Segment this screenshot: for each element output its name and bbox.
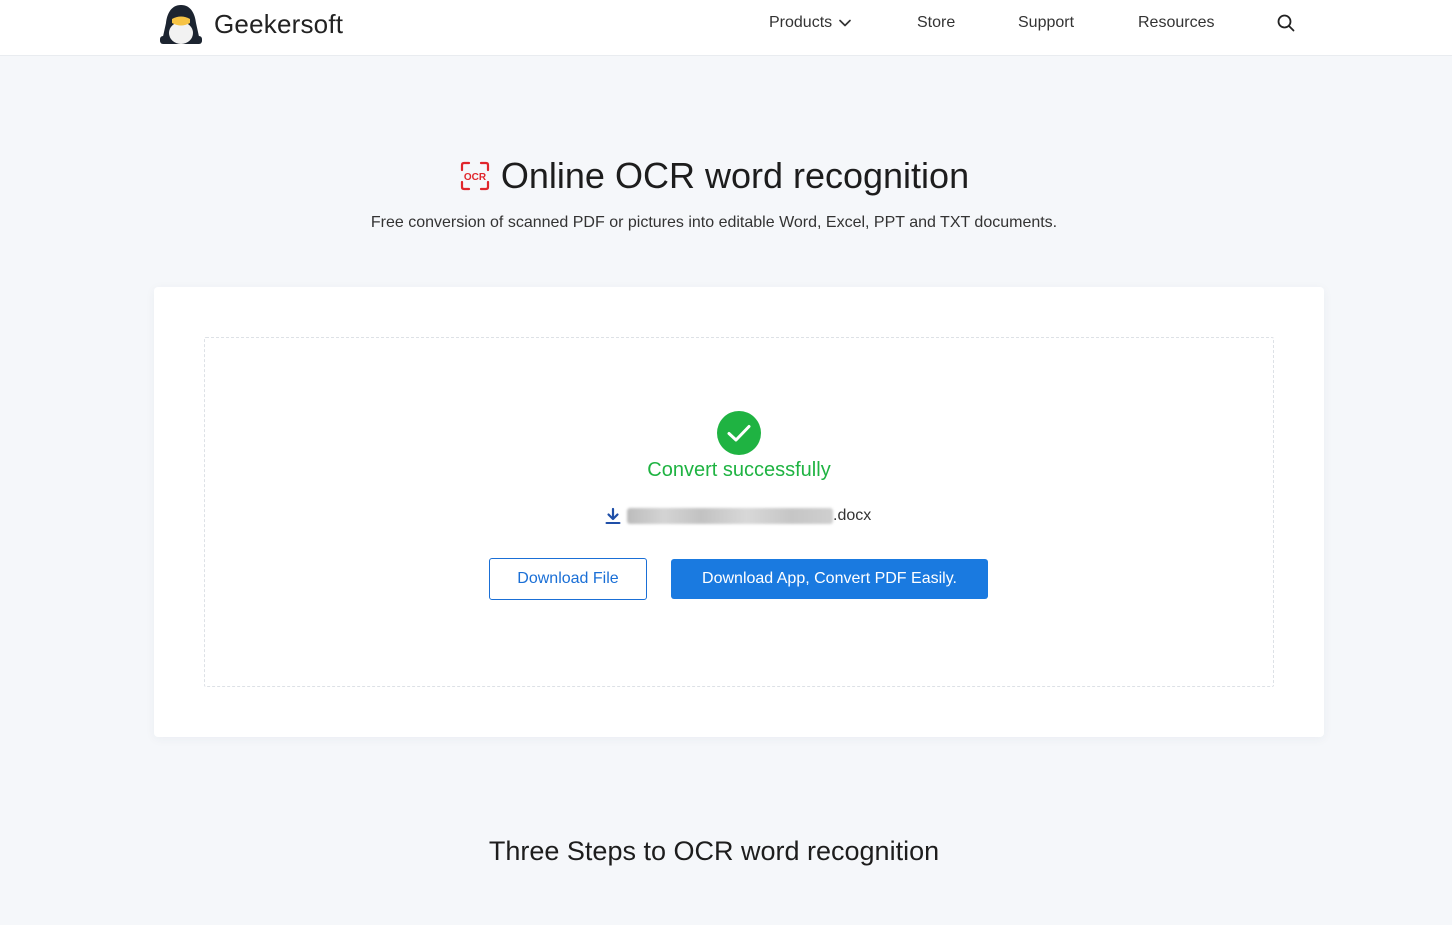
page-title: Online OCR word recognition — [500, 155, 970, 196]
site-header: Geekersoft Products Store Support Resour… — [0, 0, 1452, 56]
nav-support[interactable]: Support — [1018, 14, 1074, 32]
blurred-filename — [627, 508, 833, 524]
nav-store[interactable]: Store — [917, 14, 955, 32]
nav-products-label: Products — [769, 14, 833, 31]
hero-heading: OCR Online OCR word recognition — [0, 152, 1452, 200]
brand-name: Geekersoft — [214, 8, 344, 39]
chevron-down-icon — [839, 19, 851, 27]
ocr-icon: OCR — [460, 161, 489, 191]
steps-heading: Three Steps to OCR word recognition — [488, 836, 940, 866]
page-subtitle: Free conversion of scanned PDF or pictur… — [370, 214, 1058, 231]
nav-resources[interactable]: Resources — [1138, 14, 1214, 32]
file-extension: .docx — [833, 507, 872, 524]
converted-file-link[interactable]: .docx — [605, 505, 871, 527]
search-icon[interactable] — [1276, 13, 1296, 33]
result-dropzone: Convert successfully .docx Download File… — [204, 337, 1274, 687]
download-file-button[interactable]: Download File — [489, 558, 647, 600]
penguin-logo-icon — [160, 5, 202, 44]
download-arrow-icon — [605, 507, 621, 524]
ocr-icon-text: OCR — [464, 172, 487, 183]
check-circle-icon — [717, 411, 761, 455]
brand-logo[interactable]: Geekersoft — [158, 0, 343, 48]
nav-products[interactable]: Products — [769, 14, 852, 32]
result-card: Convert successfully .docx Download File… — [154, 287, 1324, 737]
status-message: Convert successfully — [647, 459, 831, 481]
download-app-button[interactable]: Download App, Convert PDF Easily. — [671, 559, 988, 599]
